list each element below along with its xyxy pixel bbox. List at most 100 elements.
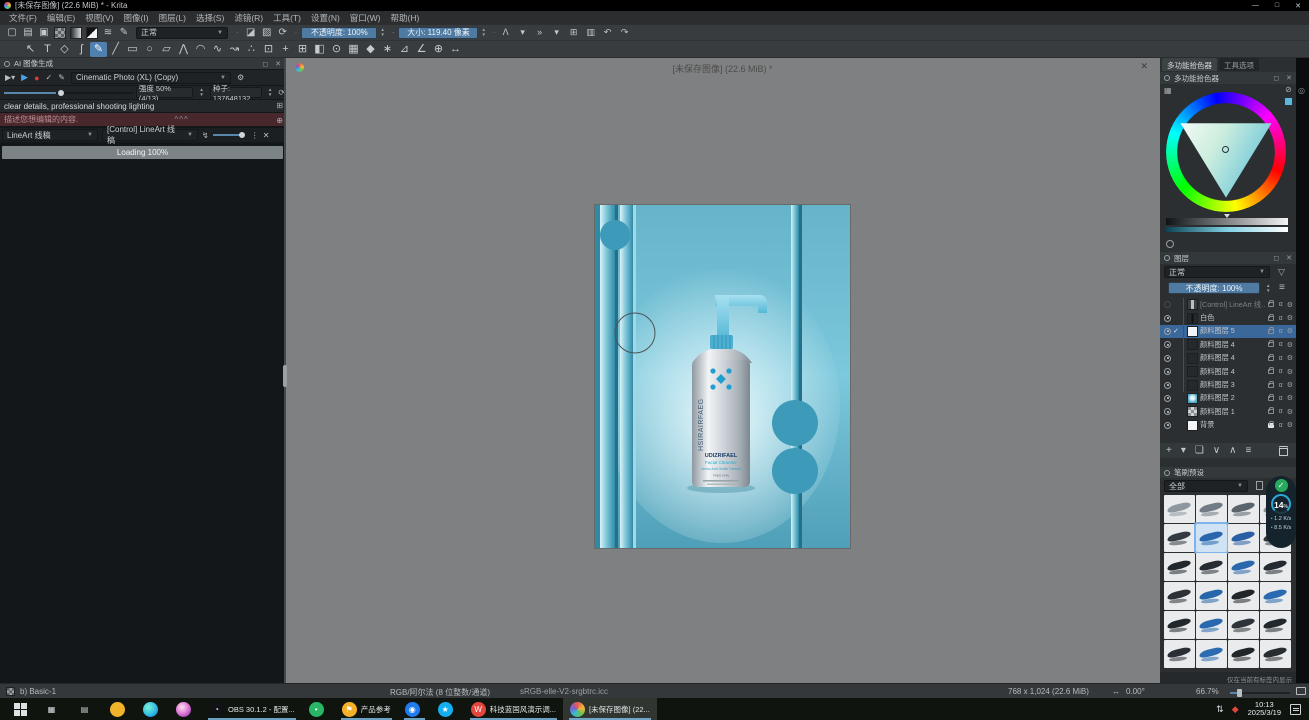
brush-size-slider[interactable]: 大小: 119.40 像素 [398,27,478,39]
layer-row[interactable]: ✓ 颜料图层 4 α ⚙ [1160,352,1296,365]
start-button[interactable] [14,703,27,716]
value-strip[interactable] [1166,218,1288,225]
brush-preset[interactable] [1196,582,1227,610]
blend-mode-select[interactable]: 正常▼ [136,27,228,39]
scroll-target-icon[interactable]: ◎ [1298,86,1305,95]
menu-item[interactable]: 文件(F) [4,12,42,24]
layer-thumbnail[interactable] [1187,326,1198,337]
seed-field[interactable]: 种子: 137648132 [210,87,262,98]
layer-properties-icon[interactable]: ⚙ [1287,301,1293,309]
control-type-select[interactable]: LineArt 线稿▼ [2,129,98,141]
layer-name[interactable]: 颜料图层 4 [1200,340,1266,350]
menu-item[interactable]: 窗口(W) [345,12,386,24]
gradient-editor-icon[interactable]: ≋ [100,27,116,38]
brush-preset[interactable] [1164,640,1195,668]
freehand-path-tool-icon[interactable]: ∿ [209,42,226,57]
selector-settings-icon[interactable]: ▦ [1164,86,1172,95]
alpha-lock-icon[interactable]: α [1279,368,1283,375]
reload-preset-icon[interactable]: ⟳ [275,27,291,38]
menu-item[interactable]: 帮助(H) [385,12,424,24]
foreground-background-color-icon[interactable] [86,27,98,39]
seed-spinner[interactable]: ▲▼ [268,88,272,97]
edge-browser-button[interactable] [136,698,169,720]
multibrush-tool-icon[interactable]: ∴ [243,42,260,57]
zoom-slider[interactable] [1230,692,1290,694]
visibility-eye-icon[interactable] [1164,395,1171,402]
eraser-mode-icon[interactable]: ◪ [243,27,259,38]
mirror-horizontal-icon[interactable]: Λ [500,27,512,38]
layer-row[interactable]: ✓ 颜料图层 4 α ⚙ [1160,338,1296,351]
float-docker-icon[interactable]: ◻ [1273,74,1279,82]
meeting-app-button[interactable]: ◉ [398,698,431,720]
visibility-eye-icon[interactable] [1164,341,1171,348]
visibility-eye-icon[interactable] [1164,301,1171,308]
float-docker-icon[interactable]: ◻ [262,60,268,68]
layer-name[interactable]: [Control] LineArt 线… [1200,300,1266,310]
brush-preset[interactable] [1196,611,1227,639]
insert-text-icon[interactable]: ⊞ [276,101,283,110]
fill-tool-icon[interactable]: ◆ [362,42,379,57]
layer-row[interactable]: ✓ 颜料图层 3 α ⚙ [1160,378,1296,391]
layer-properties-icon[interactable]: ⚙ [1287,354,1293,362]
product-ref-button[interactable]: ⚑ 产品参考 [335,698,398,720]
explorer-button[interactable]: ▤ [70,698,103,720]
brush-preset[interactable] [1228,495,1259,523]
gradient-chooser-icon[interactable] [70,27,82,39]
assistants-tool-icon[interactable]: ⊿ [396,42,413,57]
layer-properties-icon[interactable]: ⚙ [1287,421,1293,429]
visibility-eye-icon[interactable] [1164,382,1171,389]
media-app-button[interactable] [169,698,202,720]
ellipse-tool-icon[interactable]: ○ [141,42,158,57]
line-tool-icon[interactable]: ╱ [107,42,124,57]
close-docker-icon[interactable]: ✕ [275,60,281,68]
crop-tool-icon[interactable]: ⊞ [294,42,311,57]
alpha-lock-icon[interactable]: α [1279,341,1283,348]
docker-splitter[interactable] [284,58,286,683]
krita-button[interactable]: [未保存图像] (22... [563,698,657,720]
maximize-button[interactable]: □ [1275,2,1279,10]
alpha-lock-icon[interactable]: α [1279,355,1283,362]
layer-name[interactable]: 颜料图层 4 [1200,353,1266,363]
gradient-tool-icon[interactable]: ◧ [311,42,328,57]
undo-icon[interactable]: ↶ [602,27,614,38]
transform-tool-icon[interactable]: ⊡ [260,42,277,57]
fullscreen-icon[interactable] [1296,687,1306,695]
apply-button[interactable]: ✓ [46,73,53,82]
docker-tab[interactable]: 多功能拾色器 [1162,58,1217,71]
layer-properties-icon[interactable]: ⚙ [1287,327,1293,335]
alert-tray-icon[interactable]: ◆ [1232,704,1239,715]
alpha-lock-icon[interactable]: α [1279,301,1283,308]
gear-icon[interactable]: ⚙ [237,73,244,82]
layer-thumbnail[interactable] [1187,366,1198,377]
visibility-eye-icon[interactable] [1164,315,1171,322]
layer-name[interactable]: 白色 [1200,313,1266,323]
control-link-icon[interactable]: ↯ [202,131,209,140]
canvas-artwork[interactable]: HSIRAIRFAEG UDIZRIFAEL Facial Cleanser A… [595,205,850,548]
move-tool-icon[interactable]: + [277,42,294,57]
last-color-swatch[interactable] [1284,97,1293,106]
layer-thumbnail[interactable] [1187,353,1198,364]
prompt-input[interactable]: clear details, professional shooting lig… [0,100,285,112]
size-spinner[interactable]: ▲▼ [481,28,485,37]
layer-name[interactable]: 颜料图层 5 [1200,326,1266,336]
layer-thumbnail[interactable] [1187,313,1198,324]
freehand-brush-tool-icon[interactable]: ✎ [90,42,107,57]
menu-item[interactable]: 编辑(E) [42,12,80,24]
layer-row[interactable]: ✓ 颜料图层 4 α ⚙ [1160,365,1296,378]
layer-opacity-slider[interactable]: 不透明度: 100% [1168,282,1260,294]
brush-preset[interactable] [1164,582,1195,610]
close-button[interactable]: ✕ [1295,2,1301,10]
menu-item[interactable]: 设置(N) [306,12,345,24]
calligraphy-tool-icon[interactable]: ʃ [73,42,90,57]
wps-button[interactable]: W 科技蓝国风演示调... [464,698,563,720]
layer-properties-icon[interactable]: ⚙ [1287,314,1293,322]
layer-properties-icon[interactable]: ⚙ [1287,408,1293,416]
edit-shapes-tool-icon[interactable]: ◇ [56,42,73,57]
polygon-tool-icon[interactable]: ▱ [158,42,175,57]
brush-filter-select[interactable]: 全部 ▼ [1164,480,1248,492]
opacity-spinner[interactable]: ▲▼ [380,28,384,37]
alpha-lock-icon[interactable]: α [1279,382,1283,389]
menu-item[interactable]: 工具(T) [268,12,306,24]
layer-thumbnail[interactable] [1187,393,1198,404]
save-icon[interactable]: ▣ [36,27,52,38]
